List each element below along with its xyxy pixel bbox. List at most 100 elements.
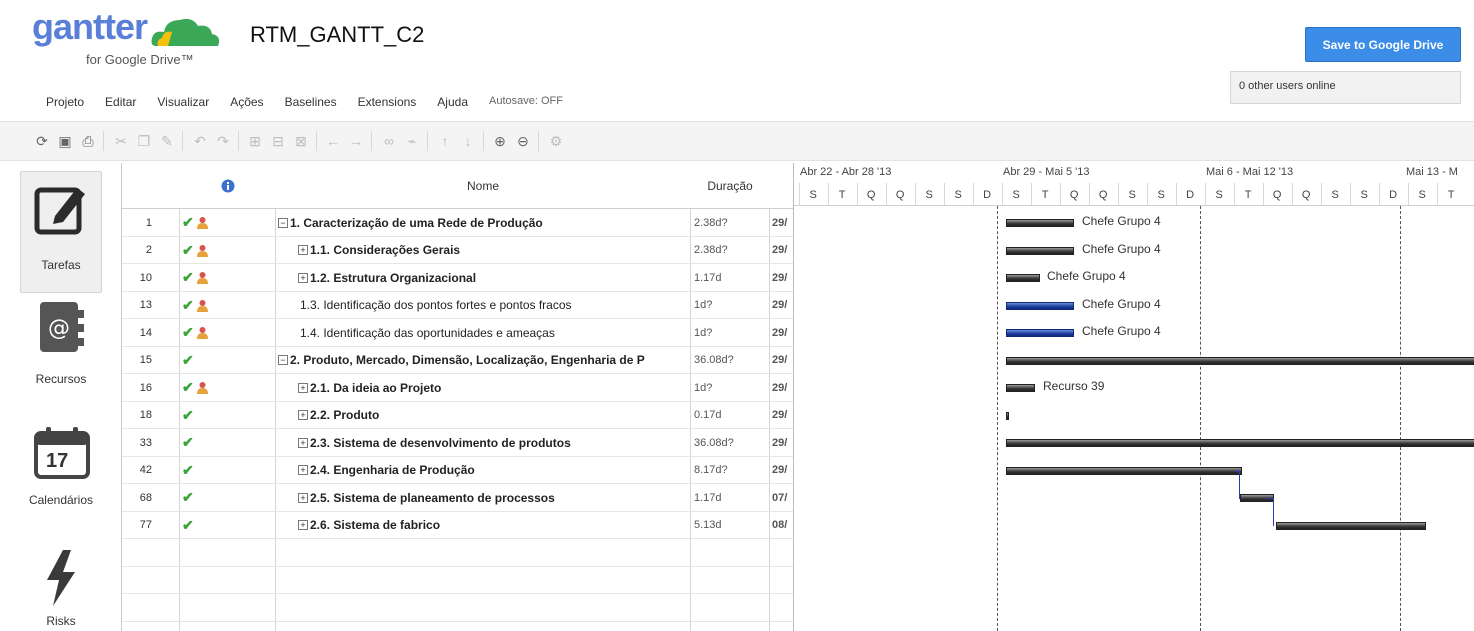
task-bar[interactable]	[1006, 329, 1074, 337]
move-down-icon[interactable]: ↓	[459, 132, 477, 150]
task-duration[interactable]: 5.13d	[692, 512, 770, 539]
table-row[interactable]: 77 ✔ +2.6. Sistema de fabrico 5.13d 08/	[122, 512, 794, 539]
expand-toggle-icon[interactable]: +	[298, 272, 308, 283]
table-row[interactable]: 42 ✔ +2.4. Engenharia de Produção 8.17d? 29/	[122, 457, 794, 484]
expand-toggle-icon[interactable]: +	[298, 437, 308, 448]
task-start[interactable]: 29/	[770, 374, 794, 401]
task-duration[interactable]: 1.17d	[692, 484, 770, 511]
paint-format-icon[interactable]: ✎	[158, 132, 176, 150]
menu-acoes[interactable]: Ações	[230, 95, 263, 109]
table-row[interactable]: 2 ✔ +1.1. Considerações Gerais 2.38d? 29/	[122, 237, 794, 264]
settings-icon[interactable]: ⚙	[547, 132, 565, 150]
move-up-icon[interactable]: ↑	[436, 132, 454, 150]
menu-ajuda[interactable]: Ajuda	[437, 95, 468, 109]
task-start[interactable]: 29/	[770, 292, 794, 319]
task-name[interactable]: 1.4. Identificação das oportunidades e a…	[276, 319, 690, 346]
menu-projeto[interactable]: Projeto	[46, 95, 84, 109]
table-row[interactable]: 33 ✔ +2.3. Sistema de desenvolvimento de p…	[122, 429, 794, 457]
task-bar[interactable]	[1006, 246, 1074, 255]
task-duration[interactable]: 0.17d	[692, 402, 770, 429]
task-bar[interactable]	[1006, 219, 1074, 227]
table-row[interactable]: 15 ✔ −2. Produto, Mercado, Dimensão, Local…	[122, 347, 794, 374]
task-duration[interactable]: 1.17d	[692, 264, 770, 291]
expand-toggle-icon[interactable]: −	[278, 217, 288, 228]
print-icon[interactable]: ⎙	[79, 132, 97, 150]
expand-toggle-icon[interactable]: +	[298, 520, 308, 530]
task-start[interactable]: 07/	[770, 484, 794, 511]
task-duration[interactable]: 2.38d?	[692, 209, 770, 236]
nav-tarefas[interactable]: Tarefas	[20, 171, 102, 293]
nav-recursos[interactable]: @ Recursos	[20, 298, 102, 398]
table-row[interactable]: 13 ✔ 1.3. Identificação dos pontos fortes …	[122, 292, 794, 319]
task-bar[interactable]	[1006, 466, 1242, 475]
menu-editar[interactable]: Editar	[105, 95, 136, 109]
redo-icon[interactable]: ↷	[214, 132, 232, 150]
task-bar[interactable]	[1006, 356, 1474, 365]
task-name[interactable]: +2.6. Sistema de fabrico	[276, 512, 690, 539]
task-start[interactable]: 29/	[770, 429, 794, 456]
task-duration[interactable]: 1d?	[692, 374, 770, 401]
link-icon[interactable]: ∞	[380, 132, 398, 150]
table-row[interactable]: 14 ✔ 1.4. Identificação das oportunidades …	[122, 319, 794, 347]
unlink-icon[interactable]: ⌁	[403, 132, 421, 150]
task-name[interactable]: 1.3. Identificação dos pontos fortes e p…	[276, 292, 690, 319]
task-name[interactable]: +2.4. Engenharia de Produção	[276, 457, 690, 484]
task-name[interactable]: −1. Caracterização de uma Rede de Produç…	[276, 209, 690, 236]
table-row[interactable]: 68 ✔ +2.5. Sistema de planeamento de proce…	[122, 484, 794, 512]
info-icon[interactable]	[180, 163, 275, 209]
task-start[interactable]: 29/	[770, 237, 794, 264]
menu-extensions[interactable]: Extensions	[358, 95, 417, 109]
save-to-drive-button[interactable]: Save to Google Drive	[1305, 27, 1461, 62]
column-header-duration[interactable]: Duração	[691, 163, 769, 209]
task-start[interactable]: 29/	[770, 457, 794, 484]
task-duration[interactable]: 8.17d?	[692, 457, 770, 484]
delete-task-icon[interactable]: ⊠	[292, 132, 310, 150]
refresh-icon[interactable]: ⟳	[33, 132, 51, 150]
menu-baselines[interactable]: Baselines	[285, 95, 337, 109]
cut-icon[interactable]: ✂	[112, 132, 130, 150]
task-bar[interactable]	[1006, 439, 1474, 447]
expand-toggle-icon[interactable]: +	[298, 410, 308, 420]
task-start[interactable]: 29/	[770, 209, 794, 236]
task-start[interactable]: 08/	[770, 512, 794, 539]
task-duration[interactable]: 1d?	[692, 319, 770, 346]
table-row[interactable]: 1 ✔ −1. Caracterização de uma Rede de Prod…	[122, 209, 794, 237]
task-duration[interactable]: 1d?	[692, 292, 770, 319]
menu-visualizar[interactable]: Visualizar	[157, 95, 209, 109]
task-name[interactable]: +2.3. Sistema de desenvolvimento de prod…	[276, 429, 690, 456]
empty-row[interactable]	[122, 567, 794, 594]
task-duration[interactable]: 2.38d?	[692, 237, 770, 264]
expand-toggle-icon[interactable]: +	[298, 465, 308, 475]
insert-subtask-icon[interactable]: ⊟	[269, 132, 287, 150]
task-name[interactable]: +2.5. Sistema de planeamento de processo…	[276, 484, 690, 511]
task-bar[interactable]	[1276, 521, 1426, 530]
save-icon[interactable]: ▣	[56, 132, 74, 150]
task-bar[interactable]	[1006, 274, 1040, 282]
task-start[interactable]: 29/	[770, 264, 794, 291]
empty-row[interactable]	[122, 539, 794, 567]
zoom-in-icon[interactable]: ⊕	[491, 132, 509, 150]
empty-row[interactable]	[122, 594, 794, 622]
undo-icon[interactable]: ↶	[191, 132, 209, 150]
task-start[interactable]: 29/	[770, 402, 794, 429]
document-title[interactable]: RTM_GANTT_C2	[250, 22, 424, 48]
task-duration[interactable]: 36.08d?	[692, 429, 770, 456]
indent-icon[interactable]: →	[347, 132, 365, 150]
task-bar[interactable]	[1006, 411, 1009, 420]
expand-toggle-icon[interactable]: +	[298, 492, 308, 503]
insert-task-icon[interactable]: ⊞	[246, 132, 264, 150]
task-name[interactable]: +2.2. Produto	[276, 402, 690, 429]
expand-toggle-icon[interactable]: −	[278, 355, 288, 365]
task-name[interactable]: +1.1. Considerações Gerais	[276, 237, 690, 264]
expand-toggle-icon[interactable]: +	[298, 245, 308, 255]
task-start[interactable]: 29/	[770, 319, 794, 346]
expand-toggle-icon[interactable]: +	[298, 382, 308, 393]
table-row[interactable]: 16 ✔ +2.1. Da ideia ao Projeto 1d? 29/	[122, 374, 794, 402]
outdent-icon[interactable]: ←	[324, 132, 342, 150]
autosave-status[interactable]: Autosave: OFF	[489, 95, 563, 109]
copy-icon[interactable]: ❐	[135, 132, 153, 150]
nav-risks[interactable]: Risks	[20, 548, 102, 631]
task-start[interactable]: 29/	[770, 347, 794, 374]
table-row[interactable]: 10 ✔ +1.2. Estrutura Organizacional 1.17d 29…	[122, 264, 794, 292]
zoom-out-icon[interactable]: ⊖	[514, 132, 532, 150]
